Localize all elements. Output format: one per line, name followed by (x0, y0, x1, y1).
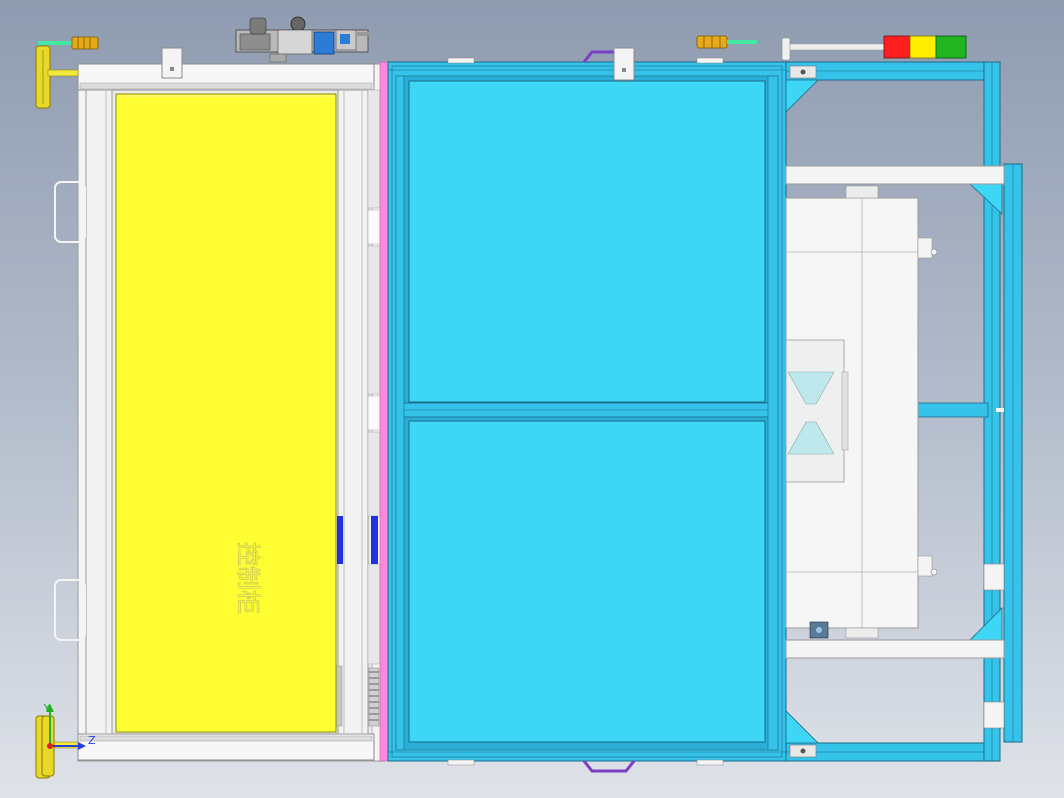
divider-strip (379, 61, 389, 762)
enclosure-frame (387, 57, 787, 766)
door-latch (371, 516, 378, 564)
door-latch (337, 516, 343, 564)
stack-light-green (935, 35, 967, 59)
cabinet-label: 控制柜 (234, 542, 262, 614)
vent-grill (368, 667, 380, 727)
lifting-lug (161, 47, 183, 79)
axis-y-label: Y (43, 702, 51, 715)
handle-icon[interactable] (582, 760, 636, 773)
control-cabinet: 控制柜 (54, 47, 385, 762)
stack-light-red (883, 35, 911, 59)
stack-light (781, 35, 967, 61)
cabinet-door[interactable] (115, 93, 337, 733)
cad-viewport[interactable]: 控制柜 Y Z (0, 0, 1064, 798)
open-frame (785, 61, 1023, 762)
hinge (983, 701, 1005, 729)
glass-panel-upper (408, 80, 766, 403)
glass-panel-lower (408, 420, 766, 743)
lifting-lug (613, 47, 635, 81)
stack-light-yellow (909, 35, 937, 59)
pneumatic-filter-regulator-icon (235, 16, 370, 63)
air-fitting-icon (696, 35, 757, 49)
axis-z-label: Z (88, 734, 96, 747)
caster-wheel-icon (35, 45, 79, 109)
hinge (983, 563, 1005, 591)
